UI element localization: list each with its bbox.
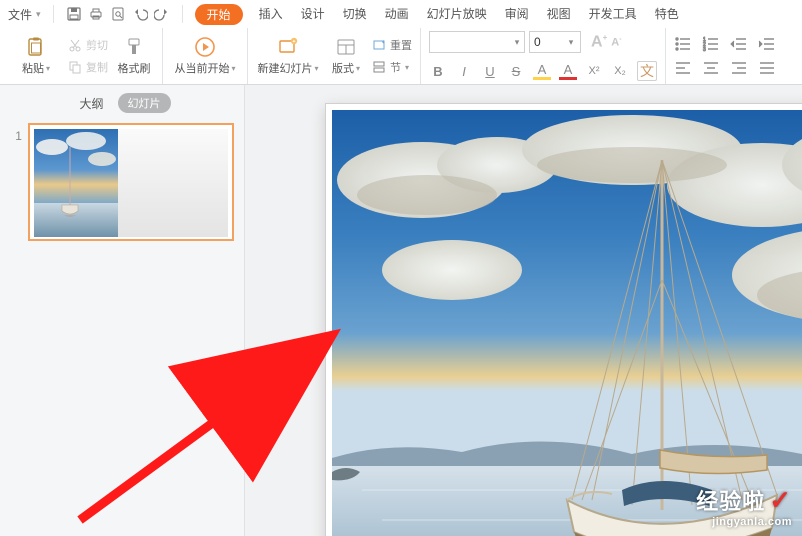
cut-label: 剪切 bbox=[86, 37, 108, 53]
align-center-icon[interactable] bbox=[702, 59, 720, 77]
paste-icon bbox=[25, 36, 47, 58]
align-justify-icon[interactable] bbox=[758, 59, 776, 77]
subscript-button[interactable]: X₂ bbox=[611, 62, 629, 80]
file-menu-label: 文件 bbox=[8, 6, 32, 23]
from-current-button[interactable]: 从当前开始▾ bbox=[169, 28, 241, 84]
highlight-button[interactable]: A bbox=[533, 62, 551, 80]
group-slides: ✦ 新建幻灯片▾ 版式▾ 重置 节 ▾ bbox=[248, 28, 421, 84]
separator bbox=[182, 5, 183, 23]
thumbnail-picture bbox=[34, 129, 118, 237]
chevron-down-icon: ▾ bbox=[405, 63, 409, 72]
layout-label: 版式 bbox=[332, 60, 354, 76]
bullets-icon[interactable] bbox=[674, 35, 692, 53]
cut-button[interactable]: 剪切 bbox=[66, 36, 110, 54]
font-size-input[interactable] bbox=[530, 35, 564, 49]
new-slide-icon: ✦ bbox=[277, 36, 299, 58]
underline-button[interactable]: U bbox=[481, 62, 499, 80]
font-color-button[interactable]: A bbox=[559, 62, 577, 80]
format-painter-icon bbox=[123, 36, 145, 58]
chevron-down-icon: ▾ bbox=[356, 64, 360, 73]
tab-developer[interactable]: 开发工具 bbox=[587, 1, 639, 28]
chevron-down-icon[interactable]: ▾ bbox=[564, 37, 578, 48]
paste-button[interactable]: 粘贴▾ bbox=[8, 28, 64, 84]
slide-thumbnail-1[interactable] bbox=[28, 123, 234, 241]
undo-icon[interactable] bbox=[132, 6, 148, 22]
thumbnail-blank-area bbox=[116, 129, 228, 237]
paste-label: 粘贴 bbox=[22, 60, 44, 76]
redo-icon[interactable] bbox=[154, 6, 170, 22]
align-left-icon[interactable] bbox=[674, 59, 692, 77]
tab-outline[interactable]: 大纲 bbox=[73, 93, 109, 114]
strikethrough-button[interactable]: S bbox=[507, 62, 525, 80]
print-preview-icon[interactable] bbox=[110, 6, 126, 22]
slide-canvas[interactable] bbox=[325, 103, 802, 536]
tab-start[interactable]: 开始 bbox=[195, 4, 243, 25]
tab-slides-thumb[interactable]: 幻灯片 bbox=[118, 93, 171, 113]
svg-text:✦: ✦ bbox=[292, 39, 296, 45]
tab-animation[interactable]: 动画 bbox=[383, 1, 411, 28]
tab-transition[interactable]: 切换 bbox=[341, 1, 369, 28]
reset-icon bbox=[372, 38, 386, 52]
decrease-font-icon[interactable]: A- bbox=[611, 36, 621, 49]
section-button[interactable]: 节 ▾ bbox=[370, 58, 414, 76]
tab-insert[interactable]: 插入 bbox=[257, 1, 285, 28]
save-icon[interactable] bbox=[66, 6, 82, 22]
numbering-icon[interactable]: 123 bbox=[702, 35, 720, 53]
italic-button[interactable]: I bbox=[455, 62, 473, 80]
tab-slideshow[interactable]: 幻灯片放映 bbox=[425, 1, 489, 28]
align-right-icon[interactable] bbox=[730, 59, 748, 77]
reset-label: 重置 bbox=[390, 37, 412, 53]
font-size-combo[interactable]: ▾ bbox=[529, 31, 581, 53]
increase-font-icon[interactable]: A+ bbox=[591, 33, 607, 51]
tab-review[interactable]: 审阅 bbox=[503, 1, 531, 28]
layout-icon bbox=[335, 36, 357, 58]
chevron-down-icon: ▾ bbox=[46, 64, 50, 73]
text-effects-button[interactable]: 文 bbox=[637, 61, 657, 81]
group-clipboard: 粘贴▾ 剪切 复制 格式刷 bbox=[2, 28, 163, 84]
chevron-down-icon: ▾ bbox=[314, 64, 318, 73]
format-painter-button[interactable]: 格式刷 bbox=[112, 28, 156, 84]
new-slide-label: 新建幻灯片 bbox=[257, 60, 312, 76]
scissors-icon bbox=[68, 38, 82, 52]
file-menu-caret: ▾ bbox=[36, 9, 41, 20]
slide-panel: 大纲 幻灯片 1 bbox=[0, 85, 245, 536]
file-menu[interactable]: 文件 ▾ bbox=[4, 6, 47, 23]
print-icon[interactable] bbox=[88, 6, 104, 22]
chevron-down-icon[interactable]: ▾ bbox=[510, 37, 524, 48]
slide-picture[interactable] bbox=[332, 110, 802, 536]
separator bbox=[53, 5, 54, 23]
section-label: 节 bbox=[390, 59, 401, 75]
group-play: 从当前开始▾ bbox=[163, 28, 248, 84]
slide-canvas-area[interactable] bbox=[245, 85, 802, 536]
section-icon bbox=[372, 60, 386, 74]
bold-button[interactable]: B bbox=[429, 62, 447, 80]
slide-number: 1 bbox=[10, 123, 22, 143]
superscript-button[interactable]: X² bbox=[585, 62, 603, 80]
copy-label: 复制 bbox=[86, 59, 108, 75]
increase-indent-icon[interactable] bbox=[758, 35, 776, 53]
tab-design[interactable]: 设计 bbox=[299, 1, 327, 28]
group-font: ▾ ▾ A+ A- B I U S A A X² X₂ bbox=[421, 28, 666, 84]
from-current-label: 从当前开始 bbox=[174, 60, 229, 76]
tab-special[interactable]: 特色 bbox=[653, 1, 681, 28]
copy-icon bbox=[68, 60, 82, 74]
reset-button[interactable]: 重置 bbox=[370, 36, 414, 54]
svg-text:3: 3 bbox=[703, 47, 706, 53]
chevron-down-icon: ▾ bbox=[231, 64, 235, 73]
group-paragraph: 123 bbox=[666, 28, 784, 84]
tab-view[interactable]: 视图 bbox=[545, 1, 573, 28]
play-icon bbox=[194, 36, 216, 58]
font-name-input[interactable] bbox=[430, 35, 510, 49]
layout-button[interactable]: 版式▾ bbox=[324, 28, 368, 84]
new-slide-button[interactable]: ✦ 新建幻灯片▾ bbox=[254, 28, 322, 84]
format-painter-label: 格式刷 bbox=[118, 60, 151, 76]
copy-button[interactable]: 复制 bbox=[66, 58, 110, 76]
decrease-indent-icon[interactable] bbox=[730, 35, 748, 53]
font-name-combo[interactable]: ▾ bbox=[429, 31, 525, 53]
